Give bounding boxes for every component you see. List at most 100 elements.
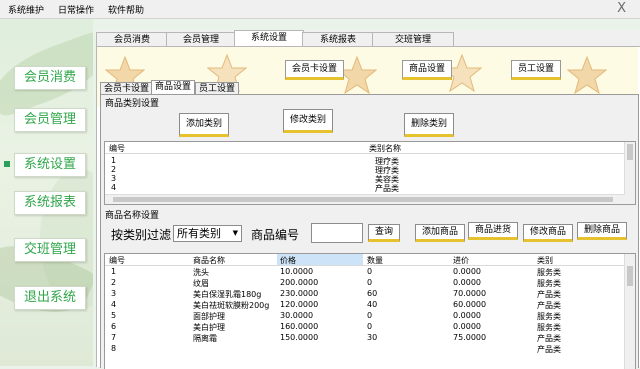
table-cell: 服务类 (537, 279, 561, 288)
table-row[interactable]: 7 隔离霜 150.0000 30 75.0000 产品类 (105, 333, 625, 344)
star-mascot-icon (567, 55, 607, 95)
active-indicator-icon (4, 161, 10, 167)
sidebar-item-member-consumption[interactable]: 会员消费 (14, 66, 86, 90)
product-table[interactable]: 编号 商品名称 价格 数量 进价 类别 1 洗头 10.0000 0 0.0000 服务类… (104, 253, 636, 369)
stock-in-button[interactable]: 商品进货 (468, 222, 519, 240)
subtab-product-settings[interactable]: 商品设置 (151, 80, 196, 95)
delete-category-button[interactable]: 删除类别 (404, 113, 455, 137)
tab-system-reports[interactable]: 系统报表 (302, 32, 374, 47)
staff-settings-button[interactable]: 员工设置 (511, 60, 562, 80)
column-header-product-name[interactable]: 商品名称 (193, 255, 225, 266)
table-row[interactable]: 4 美白祛斑软膜粉200g 120.0000 40 60.0000 产品类 (105, 300, 625, 311)
product-settings-panel: 商品类别设置 添加类别 修改类别 删除类别 编号 类别名称 1 理疗类 2 理疗类 … (100, 94, 639, 369)
table-cell: 30.0000 (280, 311, 314, 320)
column-header-id[interactable]: 编号 (109, 143, 125, 154)
table-cell: 产品类 (537, 301, 561, 310)
product-section-title: 商品名称设置 (105, 211, 160, 221)
category-filter-select[interactable]: 所有类别 ▼ (173, 225, 242, 242)
table-row[interactable]: 2 纹眉 200.0000 0 0.0000 服务类 (105, 278, 625, 289)
product-code-input[interactable] (311, 223, 363, 243)
tab-member-management[interactable]: 会员管理 (166, 32, 236, 47)
sidebar-item-shift-management[interactable]: 交班管理 (14, 238, 86, 262)
product-code-label: 商品编号 (251, 228, 300, 242)
category-horizontal-scrollbar[interactable] (105, 194, 625, 204)
menu-software-help[interactable]: 软件帮助 (108, 3, 144, 16)
member-card-settings-button[interactable]: 会员卡设置 (285, 60, 345, 80)
table-cell: 230.0000 (280, 289, 319, 298)
column-header-category-name[interactable]: 类别名称 (369, 143, 401, 154)
product-settings-button[interactable]: 商品设置 (402, 60, 453, 80)
category-vertical-scrollbar[interactable] (624, 142, 635, 204)
table-cell: 服务类 (537, 268, 561, 277)
table-cell: 0 (367, 322, 373, 331)
table-cell: 2 (111, 278, 117, 287)
table-cell: 美白祛斑软膜粉200g (193, 301, 270, 310)
category-table[interactable]: 编号 类别名称 1 理疗类 2 理疗类 3 美容类 4 产品类 (104, 141, 636, 205)
edit-category-button[interactable]: 修改类别 (283, 109, 334, 133)
column-header-quantity[interactable]: 数量 (367, 255, 383, 266)
main-area: 会员消费 会员管理 系统设置 系统报表 交班管理 会员卡设置 商品设置 员工设置… (96, 30, 640, 369)
table-cell: 8 (111, 344, 117, 353)
add-product-button[interactable]: 添加商品 (415, 224, 466, 242)
table-cell: 30 (367, 333, 378, 342)
product-vertical-scrollbar[interactable] (624, 254, 635, 369)
sidebar-item-system-reports[interactable]: 系统报表 (14, 191, 86, 215)
table-cell: 美白保湿乳霜180g (193, 290, 262, 299)
category-section-title: 商品类别设置 (105, 99, 160, 109)
sidebar-item-system-settings[interactable]: 系统设置 (14, 153, 86, 177)
column-header-price[interactable]: 价格 (280, 255, 296, 266)
table-cell: 0 (367, 267, 373, 276)
table-cell: 3 (111, 289, 117, 298)
tab-shift-management[interactable]: 交班管理 (372, 32, 454, 47)
table-row[interactable]: 5 面部护理 30.0000 0 0.0000 服务类 (105, 311, 625, 322)
table-cell: 0 (367, 278, 373, 287)
edit-product-button[interactable]: 修改商品 (523, 224, 574, 242)
table-cell: 美白护理 (193, 323, 225, 332)
table-cell: 160.0000 (280, 322, 319, 331)
table-cell: 隔离霜 (193, 334, 217, 343)
menubar: 系统维护 日常操作 软件帮助 X (0, 0, 640, 19)
sidebar-item-member-management[interactable]: 会员管理 (14, 108, 86, 132)
delete-product-button[interactable]: 删除商品 (577, 222, 628, 240)
menu-daily-operations[interactable]: 日常操作 (58, 3, 94, 16)
table-row[interactable]: 6 美白护理 160.0000 0 0.0000 服务类 (105, 322, 625, 333)
table-cell: 6 (111, 322, 117, 331)
table-cell: 1 (111, 267, 117, 276)
table-cell: 0.0000 (453, 311, 481, 320)
table-cell: 0.0000 (453, 322, 481, 331)
table-row[interactable]: 3 美白保湿乳霜180g 230.0000 60 70.0000 产品类 (105, 289, 625, 300)
table-cell: 0.0000 (453, 278, 481, 287)
table-cell: 服务类 (537, 323, 561, 332)
tab-system-settings[interactable]: 系统设置 (234, 30, 304, 47)
table-cell: 服务类 (537, 312, 561, 321)
column-header-cost-price[interactable]: 进价 (453, 255, 469, 266)
table-cell: 70.0000 (453, 289, 487, 298)
table-cell: 纹眉 (193, 279, 209, 288)
category-table-header: 编号 类别名称 (105, 142, 635, 154)
sidebar-item-exit-system[interactable]: 退出系统 (14, 286, 86, 310)
table-cell: 200.0000 (280, 278, 319, 287)
table-cell: 面部护理 (193, 312, 225, 321)
table-cell: 产品类 (537, 345, 561, 354)
table-row[interactable]: 4 产品类 (105, 183, 635, 194)
table-cell: 40 (367, 300, 378, 309)
table-cell: 产品类 (537, 334, 561, 343)
add-category-button[interactable]: 添加类别 (179, 113, 230, 137)
table-cell: 0.0000 (453, 267, 481, 276)
table-cell: 150.0000 (280, 333, 319, 342)
tab-member-consumption[interactable]: 会员消费 (96, 32, 168, 47)
table-row[interactable]: 1 洗头 10.0000 0 0.0000 服务类 (105, 267, 625, 278)
table-row[interactable]: 8 产品类 (105, 344, 625, 355)
search-button[interactable]: 查询 (368, 224, 401, 242)
column-header-category[interactable]: 类别 (537, 255, 553, 266)
table-cell: 120.0000 (280, 300, 319, 309)
close-icon[interactable]: X (617, 1, 626, 16)
table-cell: 5 (111, 311, 117, 320)
chevron-down-icon: ▼ (232, 229, 238, 237)
column-header-id[interactable]: 编号 (109, 255, 125, 266)
table-cell: 75.0000 (453, 333, 487, 342)
table-cell: 4 (111, 300, 117, 309)
menu-system-maintenance[interactable]: 系统维护 (8, 3, 44, 16)
table-cell: 7 (111, 333, 117, 342)
system-settings-panel: 会员卡设置 商品设置 员工设置 会员卡设置 商品设置 员工设置 商品类别设置 添… (96, 46, 640, 369)
